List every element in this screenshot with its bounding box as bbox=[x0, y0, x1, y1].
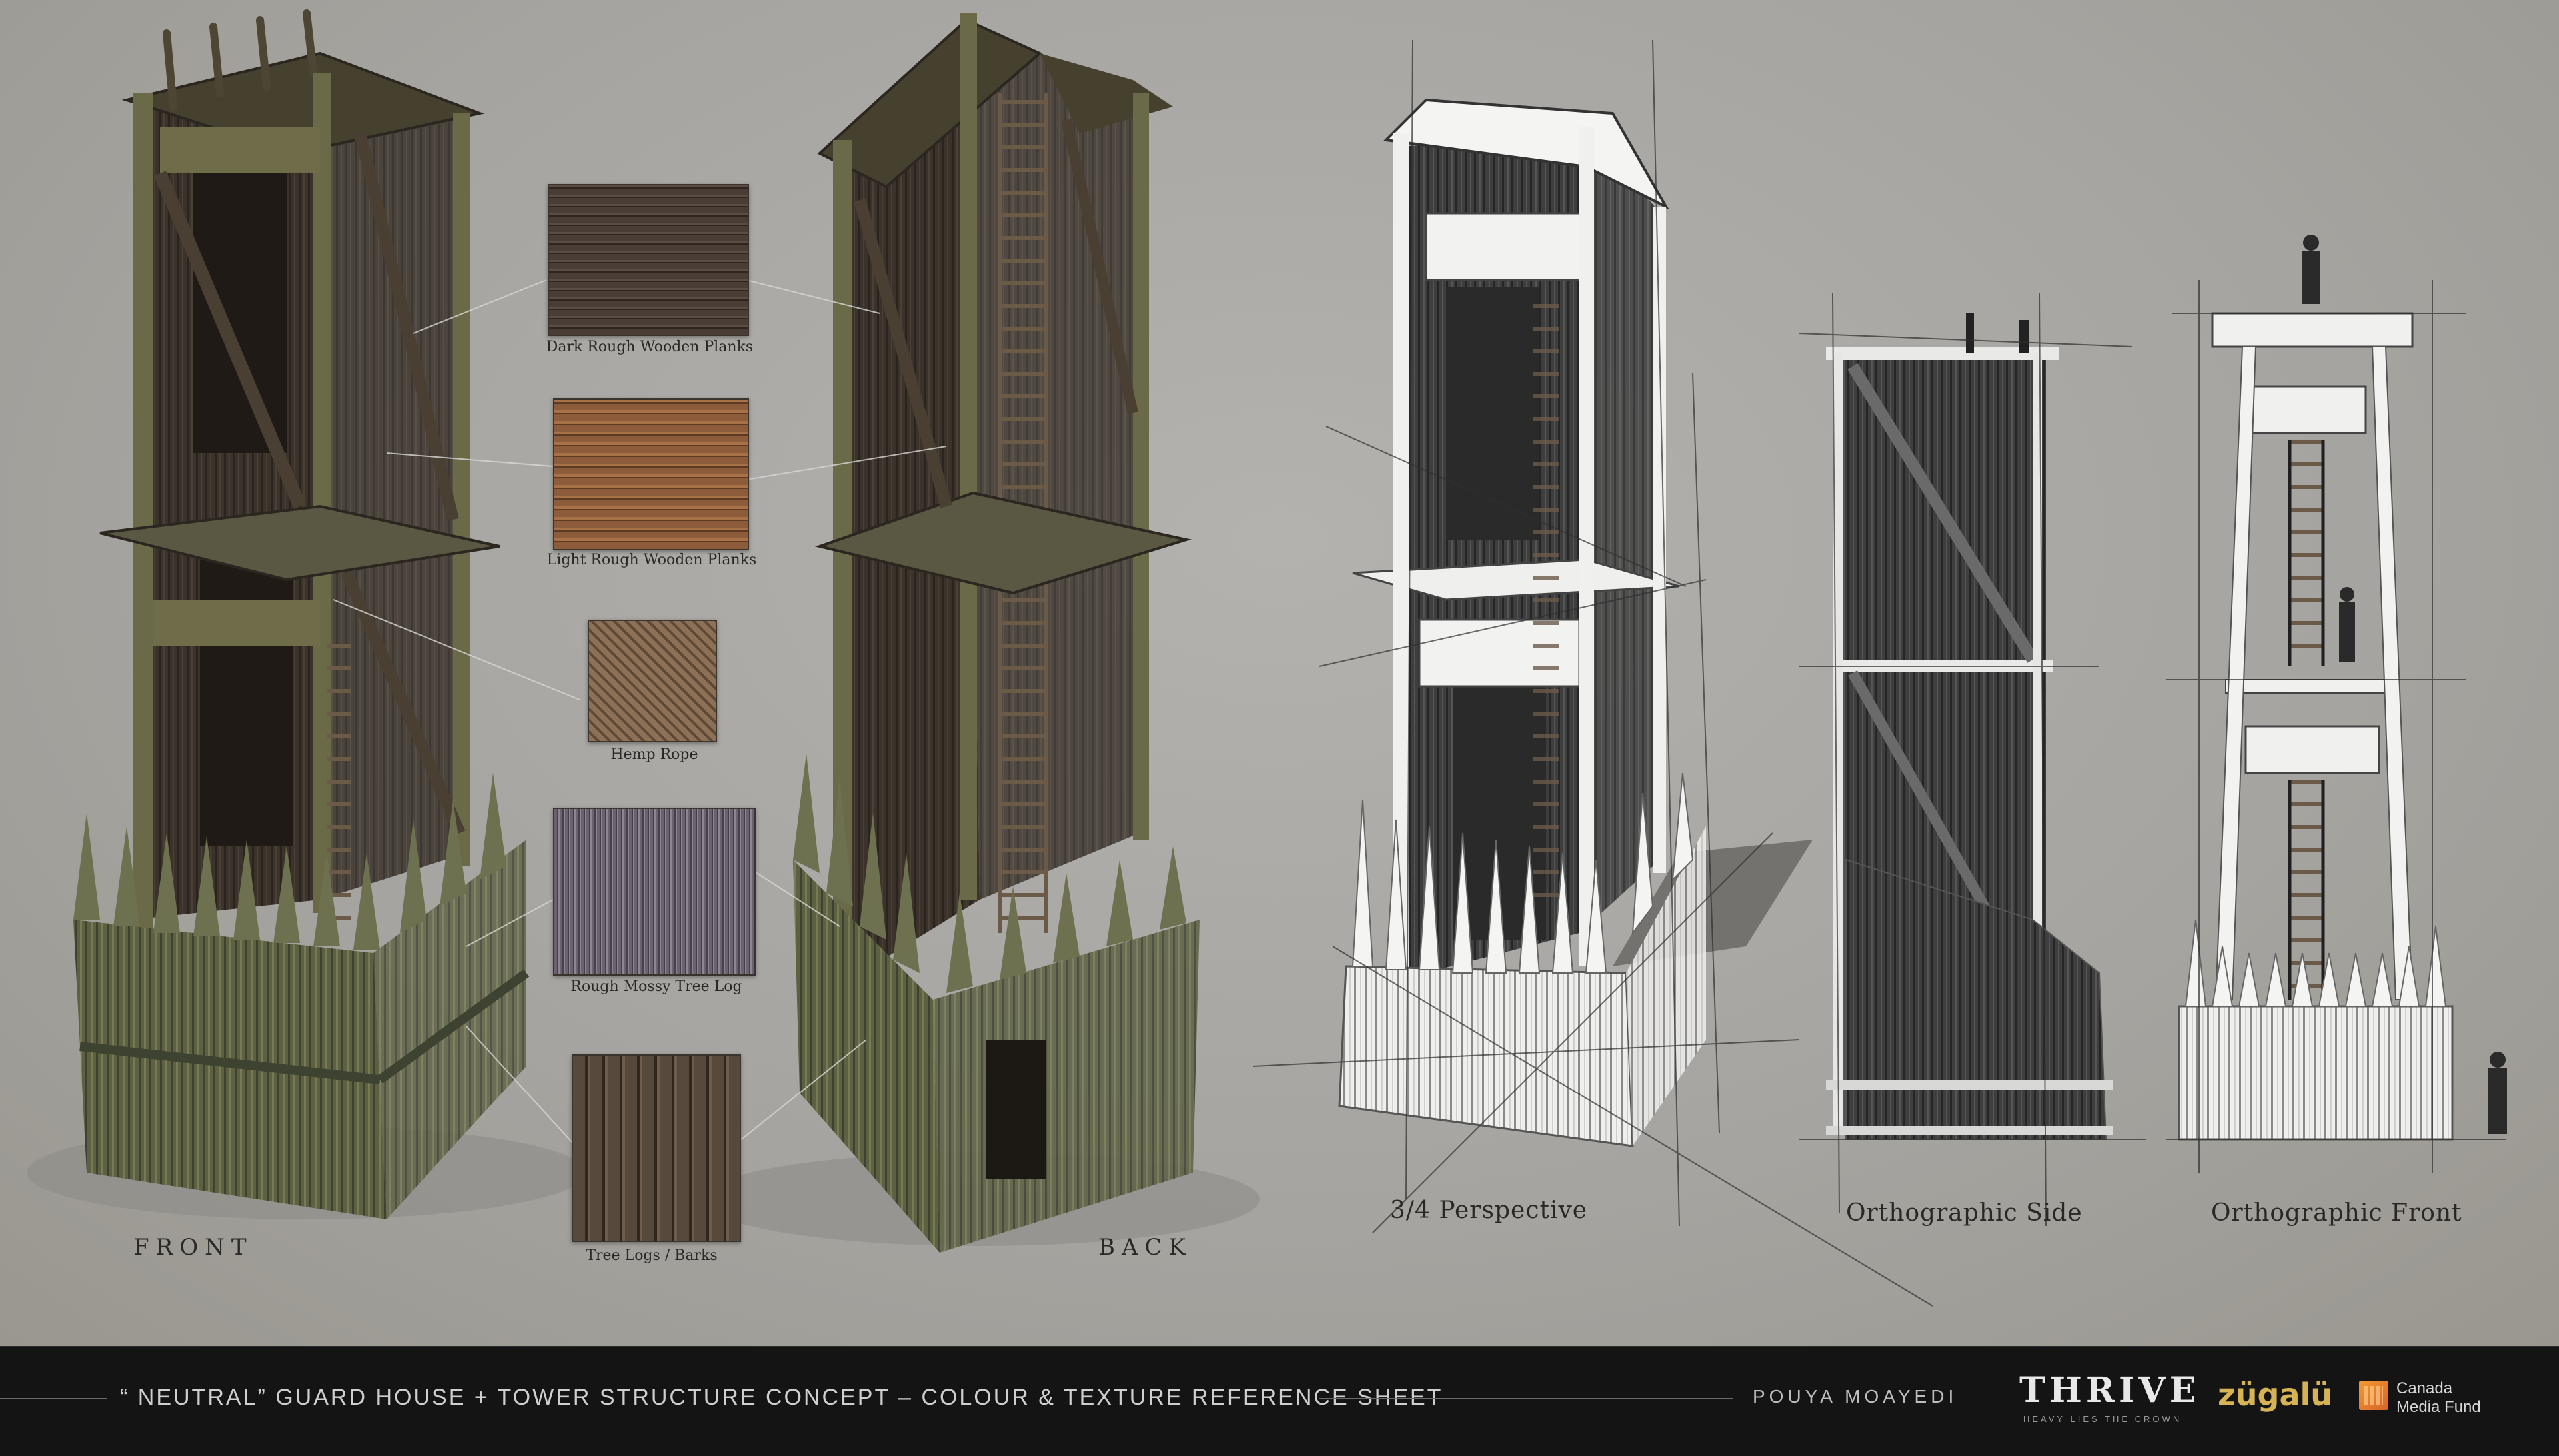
ortho-front-sketch bbox=[2166, 235, 2507, 1173]
front-tower-render bbox=[27, 9, 586, 1219]
label-back: BACK bbox=[1098, 1234, 1192, 1261]
texture-label-tree-logs: Tree Logs / Barks bbox=[586, 1247, 718, 1264]
texture-label-hemp-rope: Hemp Rope bbox=[610, 746, 698, 763]
label-ortho-side: Orthographic Side bbox=[1846, 1199, 2083, 1227]
back-tower-render bbox=[700, 13, 1260, 1253]
texture-swatch-dark-planks bbox=[548, 184, 749, 336]
texture-label-mossy-log: Rough Mossy Tree Log bbox=[570, 978, 742, 995]
thrive-logo: THRIVE bbox=[2019, 1370, 2200, 1411]
texture-swatch-tree-logs bbox=[572, 1054, 741, 1242]
sheet-title: “ NEUTRAL” GUARD HOUSE + TOWER STRUCTURE… bbox=[120, 1385, 1443, 1410]
texture-swatch-mossy-log bbox=[553, 808, 756, 976]
label-perspective: 3/4 Perspective bbox=[1390, 1197, 1588, 1224]
footer-rule-right bbox=[1319, 1398, 1733, 1399]
perspective-sketch bbox=[1252, 39, 1933, 1307]
ortho-side-sketch bbox=[1799, 293, 2146, 1227]
label-front: FRONT bbox=[133, 1234, 253, 1261]
texture-label-dark-planks: Dark Rough Wooden Planks bbox=[546, 339, 754, 355]
author-name: POUYA MOAYEDI bbox=[1753, 1386, 1958, 1407]
texture-label-light-planks: Light Rough Wooden Planks bbox=[546, 552, 757, 568]
concept-sheet: Dark Rough Wooden Planks Light Rough Woo… bbox=[0, 0, 2559, 1346]
zugalu-logo: zügalü bbox=[2218, 1377, 2333, 1413]
footer-rule-left bbox=[0, 1398, 107, 1399]
label-ortho-front: Orthographic Front bbox=[2211, 1199, 2462, 1227]
canada-media-fund-icon bbox=[2359, 1381, 2388, 1410]
texture-swatch-light-planks bbox=[553, 398, 749, 550]
footer-bar: “ NEUTRAL” GUARD HOUSE + TOWER STRUCTURE… bbox=[0, 1346, 2559, 1456]
thrive-tagline: HEAVY LIES THE CROWN bbox=[2023, 1414, 2182, 1424]
canada-media-fund-text: Canada Media Fund bbox=[2396, 1379, 2481, 1416]
tower-illustrations bbox=[27, 9, 2507, 1307]
texture-swatch-hemp-rope bbox=[588, 620, 717, 742]
